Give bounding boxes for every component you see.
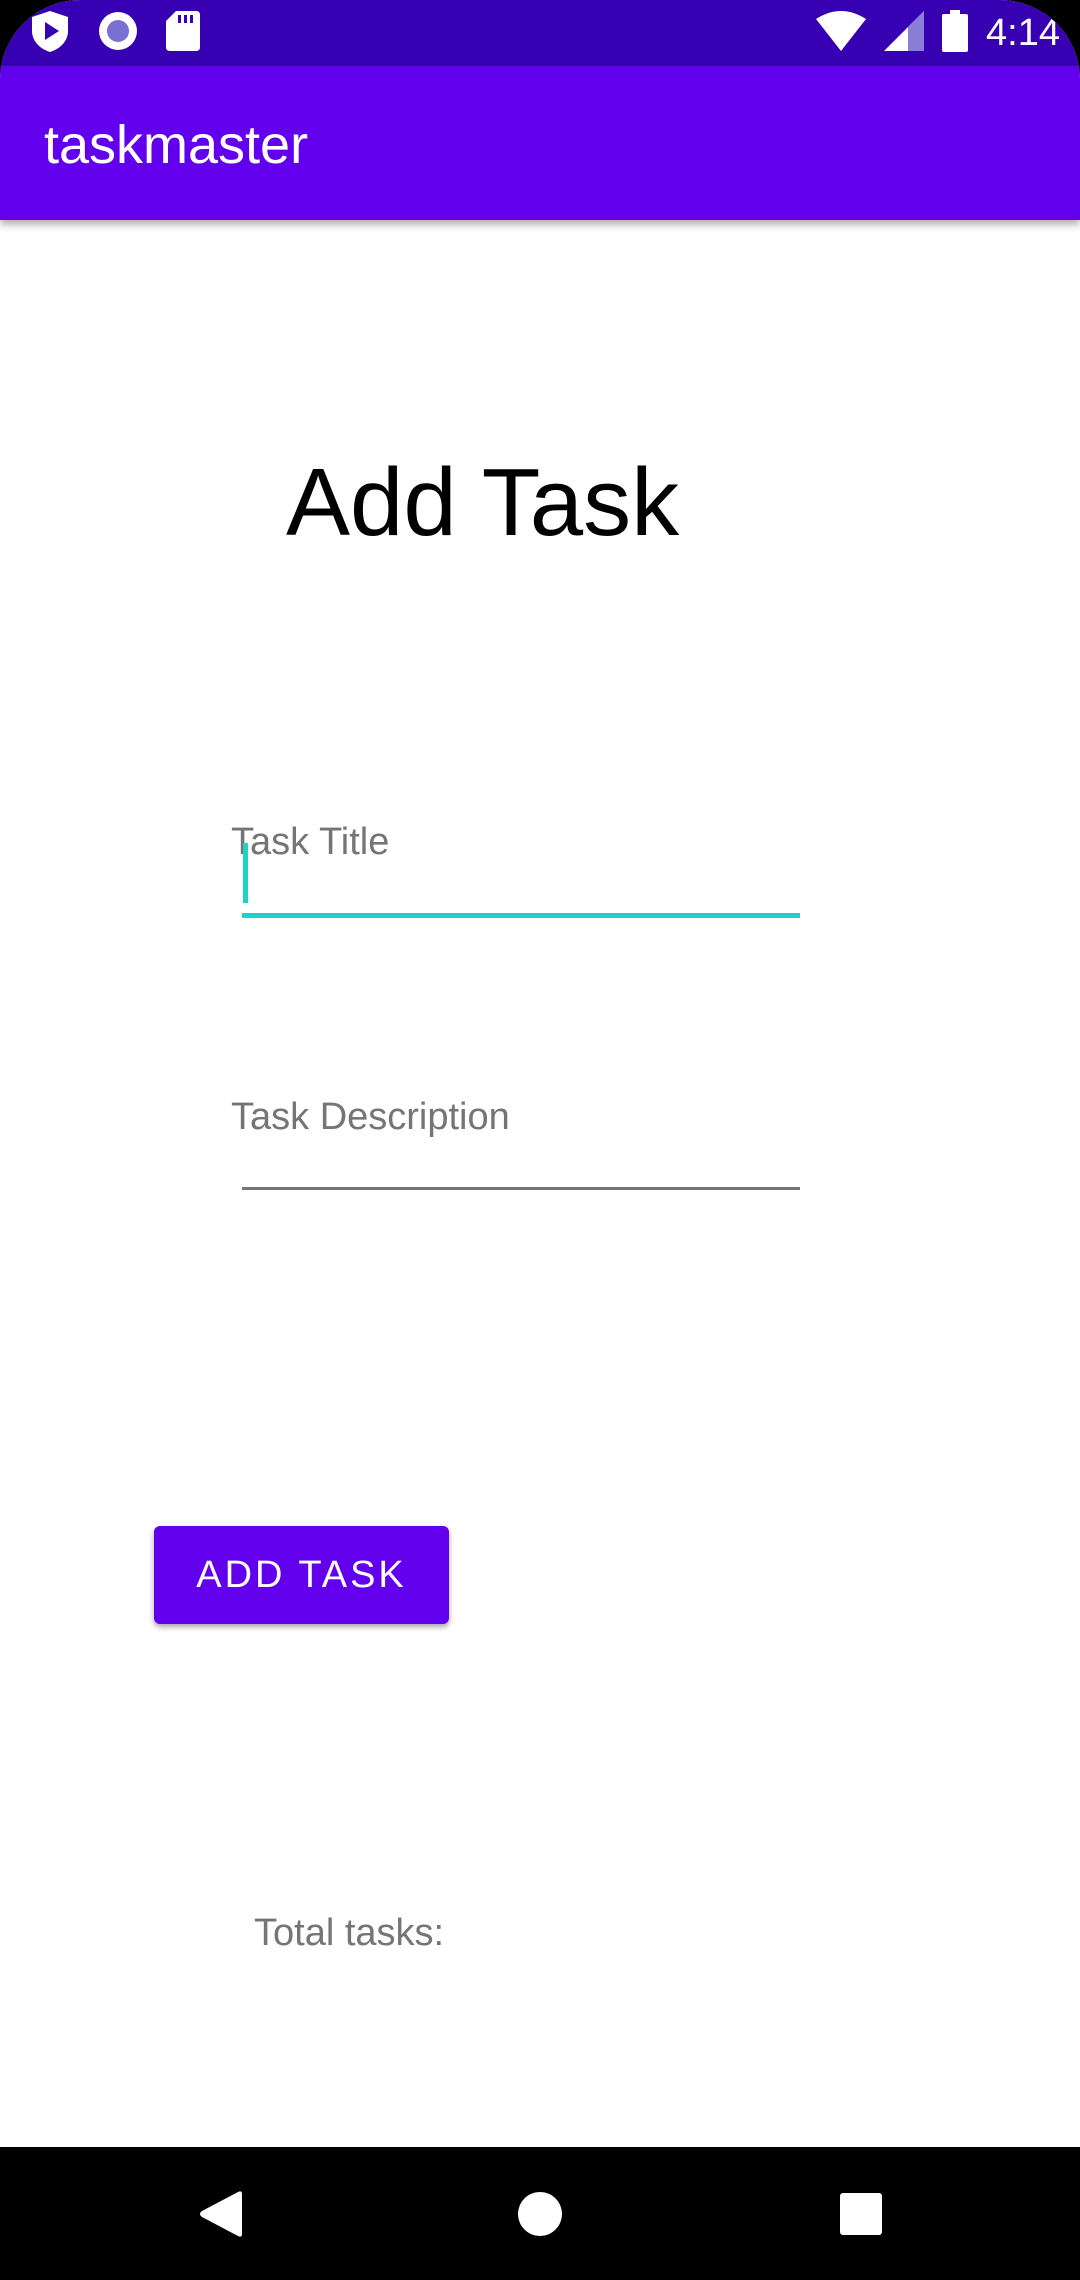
task-title-field[interactable]: Task Title [231, 815, 801, 920]
app-screen: 4:14 taskmaster Add Task Task Title Task… [0, 0, 1080, 2280]
signal-icon [884, 10, 925, 56]
text-cursor [243, 843, 248, 903]
home-icon [517, 2191, 562, 2236]
recents-icon [839, 2192, 882, 2235]
status-icons-right: 4:14 [816, 9, 1060, 57]
play-protect-icon [30, 9, 70, 58]
task-description-field[interactable]: Task Description [231, 1090, 801, 1195]
wifi-icon [816, 10, 867, 56]
status-time: 4:14 [986, 11, 1060, 54]
status-icons-left [30, 10, 200, 56]
task-title-placeholder: Task Title [231, 821, 390, 863]
task-title-underline [242, 913, 800, 918]
task-description-underline [242, 1187, 800, 1190]
record-icon [98, 11, 138, 56]
task-description-placeholder: Task Description [231, 1096, 510, 1138]
back-button[interactable] [153, 2147, 286, 2280]
recents-button[interactable] [794, 2147, 927, 2280]
status-bar: 4:14 [0, 0, 1080, 66]
app-bar: taskmaster [0, 66, 1080, 220]
battery-icon [942, 9, 969, 57]
navigation-bar [0, 2147, 1080, 2280]
app-title: taskmaster [44, 115, 309, 175]
sd-card-icon [166, 10, 200, 56]
back-icon [199, 2190, 242, 2237]
home-button[interactable] [473, 2147, 606, 2280]
total-tasks-label: Total tasks: [254, 1912, 445, 1954]
add-task-button[interactable]: ADD TASK [154, 1526, 449, 1624]
page-heading: Add Task [286, 449, 680, 556]
